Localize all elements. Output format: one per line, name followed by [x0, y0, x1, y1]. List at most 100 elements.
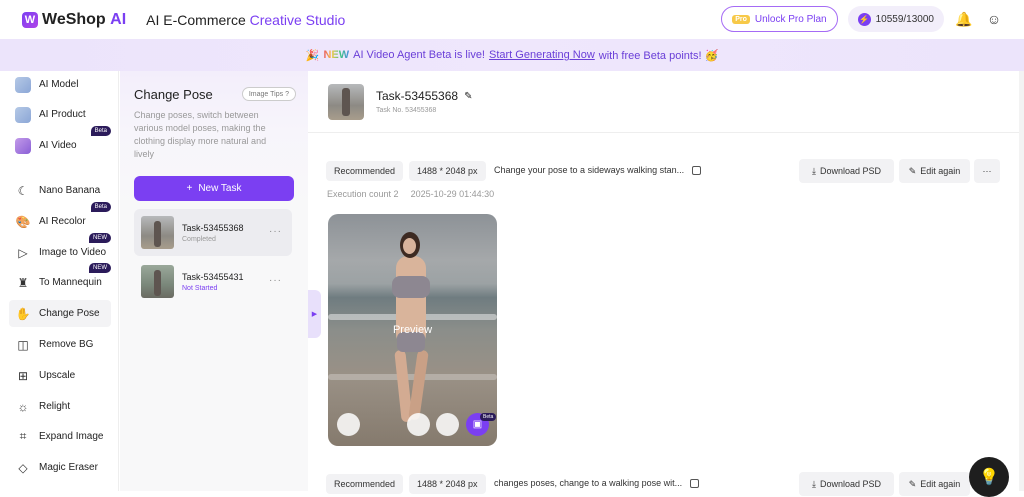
sidebar-item-nano-banana[interactable]: ☾ Nano Banana: [9, 177, 111, 204]
edit-again-button[interactable]: ✎ Edit again: [899, 159, 970, 183]
main-content: Task-53455368 ✎ Task No. 53455368 Recomme…: [308, 71, 1024, 496]
scrollbar[interactable]: [1019, 71, 1024, 491]
prompt-label: Change your pose to a sideways walking s…: [494, 165, 685, 175]
brand-name: WeShop: [42, 10, 106, 28]
banner-text: AI Video Agent Beta is live!: [353, 49, 485, 61]
eraser-icon: ◇: [18, 460, 28, 475]
execution-time: 2025-10-29 01:44:30: [410, 189, 495, 199]
sidebar-item-change-pose[interactable]: ✋ Change Pose: [9, 300, 111, 327]
palette-icon: 🎨: [15, 214, 31, 229]
execution-count: Execution count 2: [327, 189, 399, 199]
recommended-tag: Recommended: [326, 474, 404, 494]
sidebar-item-ai-model[interactable]: AI Model: [9, 71, 111, 98]
task-name: Task-53455431: [182, 271, 244, 282]
sidebar-item-magic-eraser[interactable]: ◇ Magic Eraser: [9, 454, 111, 481]
beta-badge: Beta: [480, 413, 497, 421]
action-button[interactable]: [407, 413, 430, 436]
download-label: Download PSD: [819, 479, 881, 489]
size-tag: 1488 * 2048 px: [409, 161, 486, 181]
lightbulb-icon[interactable]: 💡: [969, 457, 1009, 497]
plus-icon: +: [186, 183, 193, 194]
triangle-right-icon: ▶: [311, 311, 318, 318]
action-button[interactable]: [436, 413, 459, 436]
ai-product-icon: [15, 106, 31, 123]
panel-title: Change Pose: [134, 87, 213, 102]
task-card[interactable]: Task-53455368 Completed ···: [134, 209, 292, 256]
edit-again-button[interactable]: ✎ Edit again: [899, 472, 970, 496]
execution-meta: Execution count 2 2025-10-29 01:44:30: [327, 189, 494, 199]
logo-icon: W: [22, 11, 38, 28]
more-icon[interactable]: ···: [269, 275, 282, 286]
help-icon: ?: [285, 90, 289, 98]
collapse-panel-button[interactable]: ▶: [308, 290, 321, 338]
task-panel: Change Pose Image Tips? Change poses, sw…: [120, 71, 308, 491]
sidebar-item-relight[interactable]: ☼ Relight: [9, 393, 111, 420]
sidebar-item-ai-recolor[interactable]: 🎨 AI Recolor Beta: [9, 202, 111, 235]
size-tag: 1488 * 2048 px: [409, 474, 486, 494]
task-number: Task No. 53455368: [376, 107, 437, 114]
task-card[interactable]: Task-53455431 Not Started ···: [134, 258, 292, 305]
edit-icon[interactable]: ✎: [464, 91, 472, 102]
sidebar-item-label: Magic Eraser: [39, 462, 98, 473]
copy-icon[interactable]: [692, 165, 702, 175]
sidebar-item-label: To Mannequin: [39, 277, 102, 288]
sidebar-item-ai-video[interactable]: AI Video Beta: [9, 126, 111, 159]
credit-icon: ⚡: [857, 12, 871, 26]
recommended-tag: Recommended: [326, 161, 404, 181]
task-name: Task-53455368: [182, 222, 244, 233]
new-task-label: New Task: [198, 183, 242, 194]
more-options-button[interactable]: ···: [974, 159, 1000, 183]
image-tips-button[interactable]: Image Tips?: [241, 87, 296, 101]
sidebar-item-expand-image[interactable]: ⌗ Expand Image: [9, 423, 111, 450]
remove-bg-icon: ◫: [17, 337, 29, 352]
relight-icon: ☼: [17, 399, 29, 414]
mannequin-icon: ♜: [17, 275, 29, 290]
banner-prefix: 🎉: [305, 49, 320, 62]
bell-icon[interactable]: 🔔: [954, 9, 974, 29]
download-icon: ⤓: [811, 478, 816, 489]
pencil-icon: ✎: [908, 478, 917, 489]
download-psd-button[interactable]: ⤓ Download PSD: [799, 472, 894, 496]
task-thumbnail: [141, 216, 174, 249]
sidebar-item-label: Relight: [39, 401, 71, 412]
unlock-label: Unlock Pro Plan: [754, 13, 827, 25]
brand-ai: AI: [110, 10, 127, 28]
banner-suffix: with free Beta points! 🥳: [598, 49, 719, 62]
more-icon: ···: [982, 166, 992, 176]
avatar-icon[interactable]: ☺: [984, 9, 1004, 29]
edit-label: Edit again: [920, 166, 961, 176]
studio-title: AI E-Commerce Creative Studio: [146, 11, 346, 28]
task-header: Task-53455368 ✎ Task No. 53455368: [308, 71, 1024, 133]
copy-icon[interactable]: [690, 478, 700, 488]
expand-icon: ⌗: [19, 429, 27, 443]
result-preview-image[interactable]: Preview ▣ Beta: [328, 214, 497, 446]
logo[interactable]: W WeShop AI: [22, 11, 126, 29]
video-icon: ▷: [18, 245, 28, 260]
sidebar-item-label: Nano Banana: [39, 185, 101, 196]
new-task-button[interactable]: + New Task: [134, 176, 294, 201]
prompt-label: changes poses, change to a walking pose …: [494, 478, 683, 488]
sidebar: AI Model AI Product AI Video Beta ☾ Nano B…: [0, 71, 119, 491]
sidebar-item-label: Upscale: [39, 370, 76, 381]
prompt-text: changes poses, change to a walking pose …: [494, 478, 700, 488]
tips-label: Image Tips: [248, 90, 284, 98]
task-header-thumbnail: [328, 84, 364, 120]
sidebar-item-to-mannequin[interactable]: ♜ To Mannequin NEW: [9, 263, 111, 296]
studio-accent: Creative Studio: [249, 11, 346, 28]
download-psd-button[interactable]: ⤓ Download PSD: [799, 159, 894, 183]
action-button[interactable]: [337, 413, 360, 436]
sidebar-item-upscale[interactable]: ⊞ Upscale: [9, 362, 111, 389]
banner-link[interactable]: Start Generating Now: [489, 49, 595, 61]
credits-display[interactable]: ⚡ 10559/13000: [847, 6, 944, 32]
sidebar-item-remove-bg[interactable]: ◫ Remove BG: [9, 331, 111, 358]
task-title: Task-53455368: [376, 89, 459, 103]
sidebar-item-ai-product[interactable]: AI Product: [9, 101, 111, 128]
sidebar-item-label: Expand Image: [39, 431, 104, 442]
panel-description: Change poses, switch between various mod…: [134, 110, 267, 159]
preview-label: Preview: [392, 324, 433, 336]
task-status: Not Started: [182, 284, 218, 292]
sidebar-item-label: Image to Video: [39, 247, 107, 258]
unlock-pro-button[interactable]: Pro Unlock Pro Plan: [721, 6, 838, 32]
sidebar-item-image-to-video[interactable]: ▷ Image to Video NEW: [9, 233, 111, 266]
more-icon[interactable]: ···: [269, 226, 282, 237]
